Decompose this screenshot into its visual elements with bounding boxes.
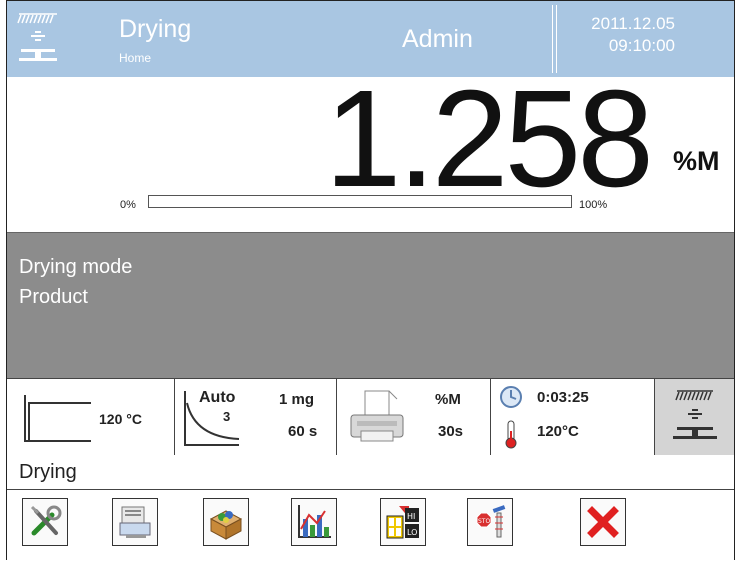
drying-chamber-button[interactable]: [655, 379, 734, 455]
drying-progress-bar: [148, 195, 572, 208]
info-product: Product: [19, 286, 88, 308]
printout-button[interactable]: %M 30s: [337, 379, 491, 455]
clock-icon: [500, 386, 522, 408]
svg-text:HI: HI: [407, 512, 415, 521]
progress-max-label: 100%: [579, 199, 608, 211]
bar-chart-icon: [298, 505, 331, 538]
result-unit[interactable]: %M: [673, 146, 720, 177]
parameters-strip: 120 °C Auto 3 1 mg 60 s %M 30s 0:03:25 1…: [7, 378, 734, 456]
tools-icon: [30, 505, 62, 536]
current-temperature: 120°C: [537, 423, 579, 440]
elapsed-time: 0:03:25: [537, 389, 589, 406]
standard-profile-icon: [24, 395, 91, 442]
products-button[interactable]: [203, 498, 249, 546]
database-icon: [119, 506, 151, 538]
time-text: 09:10:00: [608, 36, 675, 55]
heater-icon: [673, 390, 717, 439]
mode-number: 3: [223, 409, 231, 424]
moisture-analyzer-screen: Drying Home Admin 2011.12.05 09:10:00 1.…: [6, 0, 735, 560]
mode-mass: 1 mg: [279, 391, 315, 408]
date-time: 2011.12.05 09:10:00: [563, 13, 675, 57]
temp-profile-button[interactable]: 120 °C: [7, 379, 175, 455]
svg-text:LO: LO: [407, 528, 417, 537]
breadcrumb: Home: [119, 51, 152, 65]
chart-button[interactable]: [291, 498, 337, 546]
progress-min-label: 0%: [120, 199, 136, 211]
profile-temp-value: 120 °C: [99, 411, 142, 427]
close-icon: [587, 506, 619, 538]
result-panel: 1.258 %M 0% 100%: [7, 62, 734, 231]
product-box-icon: [209, 510, 243, 540]
info-panel: Drying mode Product: [7, 232, 734, 379]
user-name[interactable]: Admin: [402, 25, 473, 54]
settings-button[interactable]: [22, 498, 68, 546]
finish-mode-button[interactable]: Auto 3 1 mg 60 s: [175, 379, 337, 455]
print-unit: %M: [435, 391, 461, 408]
stop-criteria-button[interactable]: STOP: [467, 498, 513, 546]
database-button[interactable]: [112, 498, 158, 546]
date-text: 2011.12.05: [591, 14, 675, 33]
mode-title: Drying: [119, 15, 192, 43]
dryer-icon[interactable]: [15, 9, 63, 69]
cancel-button[interactable]: [580, 498, 626, 546]
svg-text:STOP: STOP: [478, 518, 494, 525]
bottom-toolbar: HI LO STOP: [7, 490, 734, 560]
hi-lo-icon: HI LO: [386, 506, 419, 539]
stop-sign-icon: STOP: [476, 505, 506, 538]
thermometer-icon: [505, 420, 517, 449]
info-drying-mode: Drying mode: [19, 256, 133, 278]
mode-time: 60 s: [288, 423, 318, 440]
process-status: Drying: [19, 461, 77, 483]
printer-icon: [350, 390, 404, 442]
print-interval: 30s: [438, 423, 464, 440]
status-bar: Drying: [7, 455, 734, 490]
time-temp-readout: 0:03:25 120°C: [491, 379, 655, 455]
mode-name: Auto: [199, 389, 236, 406]
thresholds-button[interactable]: HI LO: [380, 498, 426, 546]
